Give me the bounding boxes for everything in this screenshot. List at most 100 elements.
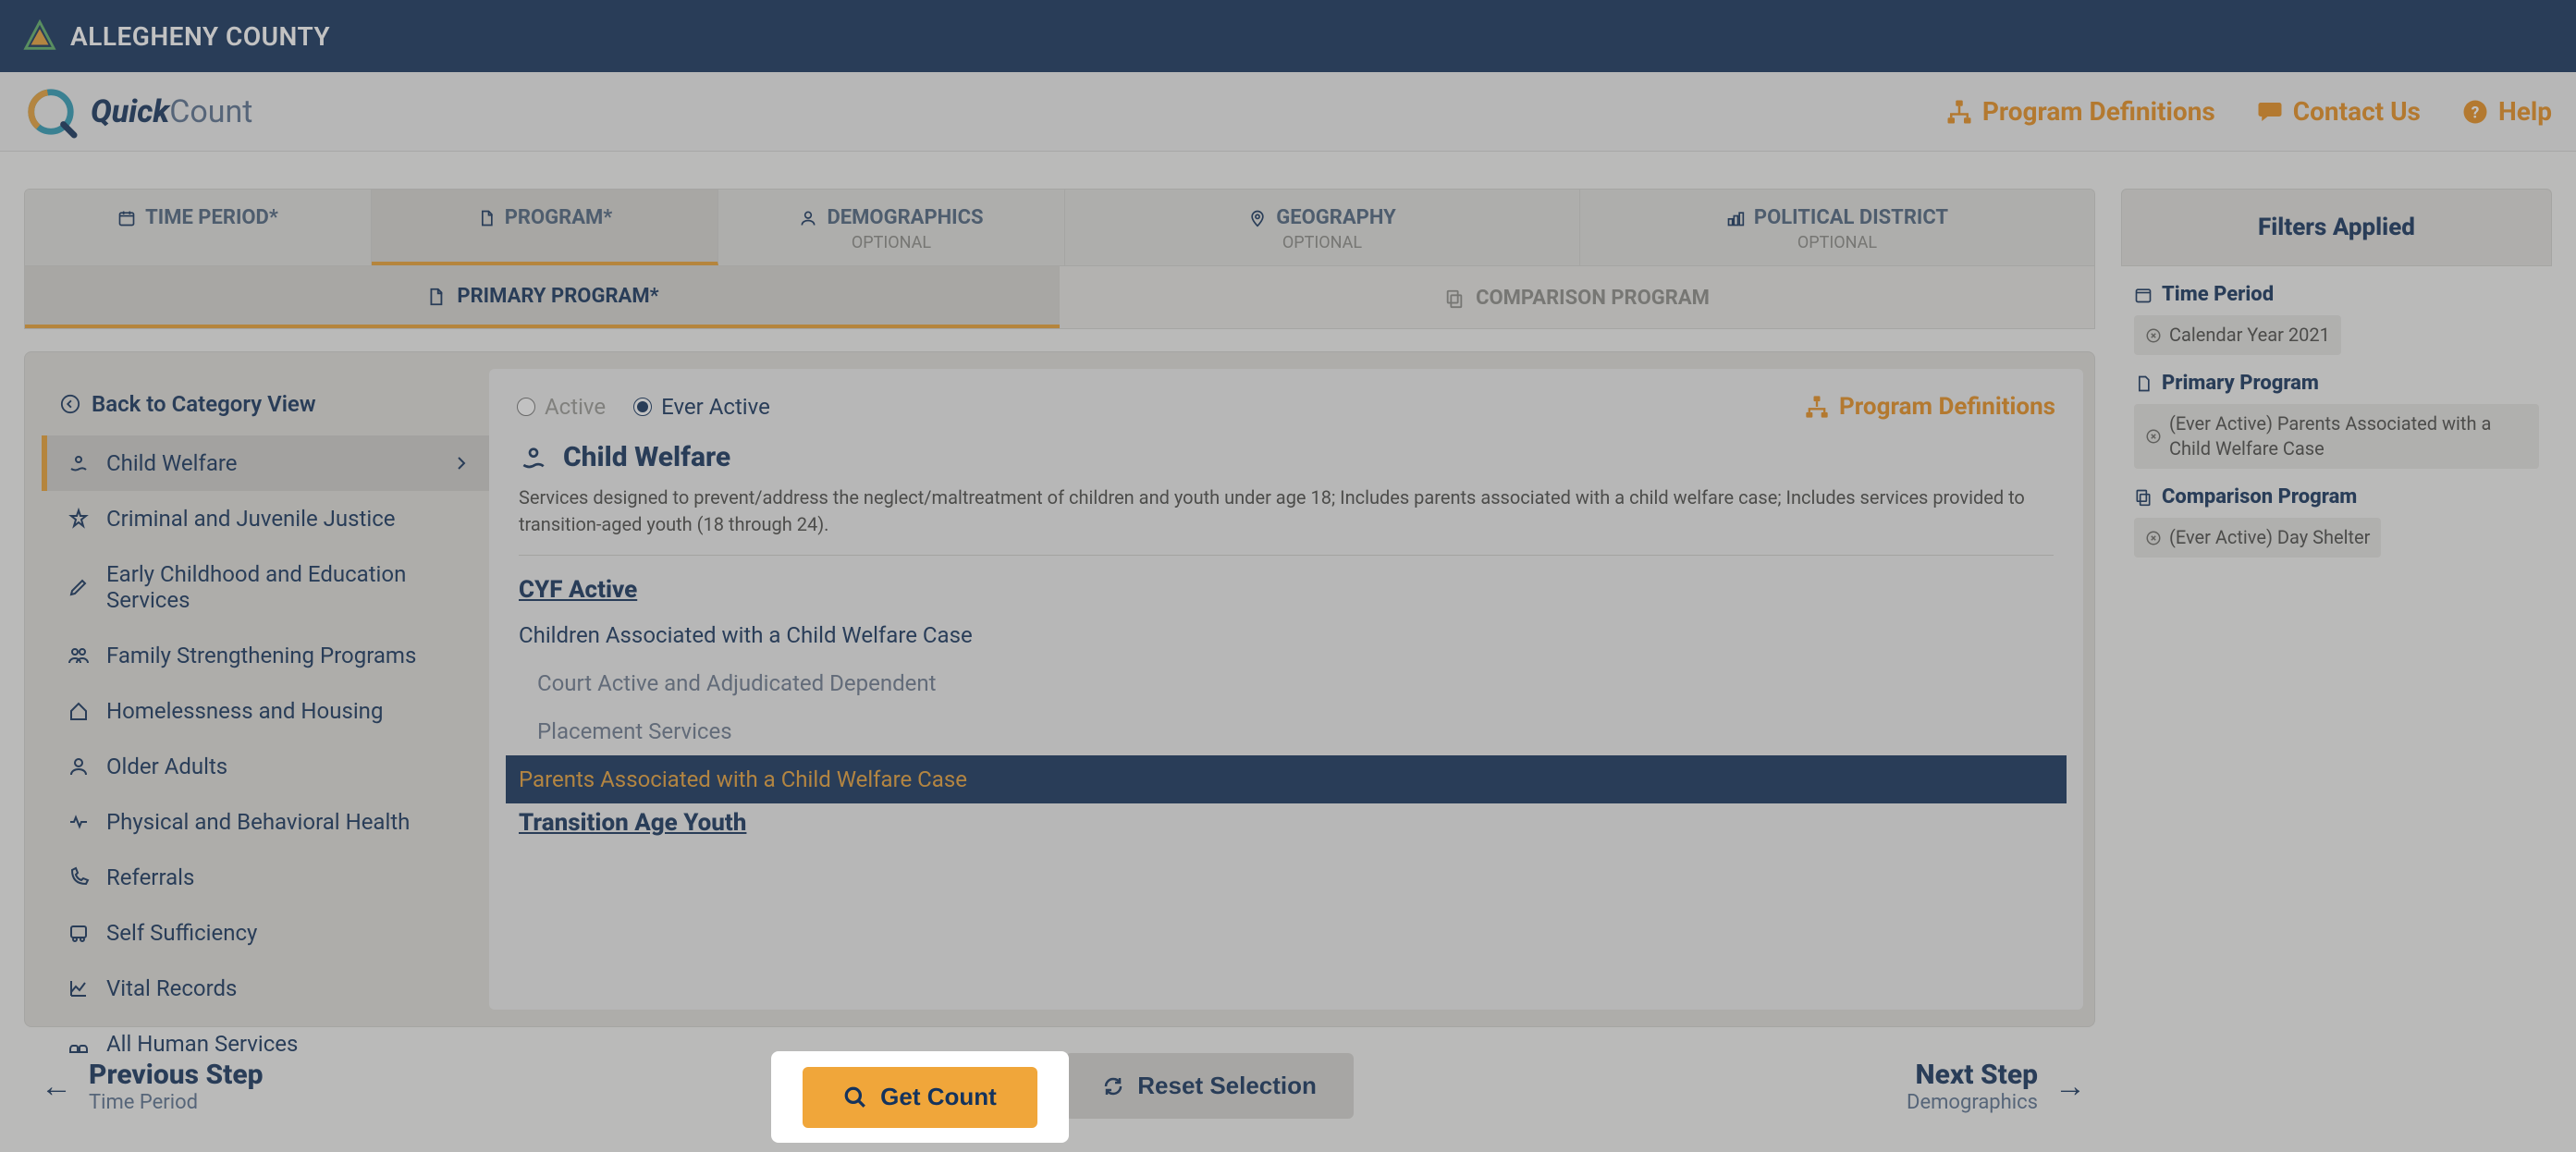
tab-demographics-sub: OPTIONAL — [728, 233, 1055, 252]
category-self-sufficiency[interactable]: Self Sufficiency — [42, 905, 489, 961]
program-definitions-link[interactable]: Program Definitions — [1945, 96, 2215, 127]
calendar-icon — [2134, 286, 2153, 304]
program-parents-associated[interactable]: Parents Associated with a Child Welfare … — [506, 755, 2067, 803]
divider — [519, 555, 2054, 556]
category-older-adults[interactable]: Older Adults — [42, 739, 489, 794]
filters-panel: Filters Applied Time Period Calendar Yea… — [2121, 189, 2552, 1128]
program-children-associated[interactable]: Children Associated with a Child Welfare… — [506, 611, 2067, 659]
program-subtabs: PRIMARY PROGRAM* COMPARISON PROGRAM — [24, 266, 2095, 329]
workspace: Back to Category View Child Welfare Crim… — [24, 351, 2095, 1027]
category-referrals[interactable]: Referrals — [42, 850, 489, 905]
brand: QuickCount — [24, 85, 252, 139]
hand-child-icon — [519, 443, 548, 472]
tab-geography[interactable]: GEOGRAPHY OPTIONAL — [1065, 190, 1580, 265]
tab-geography-label: GEOGRAPHY — [1276, 206, 1395, 229]
tab-geography-sub: OPTIONAL — [1074, 233, 1570, 252]
category-label: Early Childhood and Education Services — [106, 561, 471, 613]
back-label: Back to Category View — [92, 391, 316, 417]
left-column: TIME PERIOD* PROGRAM* DEMOGRAPHICS OPTIO… — [24, 189, 2095, 1128]
filter-chip-comparison-program[interactable]: (Ever Active) Day Shelter — [2134, 518, 2381, 558]
detail-title: Child Welfare — [563, 441, 730, 473]
quickcount-logo-icon — [24, 85, 78, 139]
copy-icon — [1444, 288, 1465, 309]
previous-step-minor: Time Period — [89, 1091, 264, 1114]
category-label: Older Adults — [106, 754, 227, 779]
brand-light: Count — [169, 93, 252, 130]
detail-description: Services designed to prevent/address the… — [506, 481, 2067, 555]
category-vital-records[interactable]: Vital Records — [42, 961, 489, 1016]
sitemap-icon — [1804, 394, 1830, 420]
detail-top-row: Active Ever Active Program Definitions — [489, 369, 2083, 434]
reset-selection-button[interactable]: Reset Selection — [1065, 1053, 1354, 1119]
filter-chip-primary-program[interactable]: (Ever Active) Parents Associated with a … — [2134, 404, 2539, 469]
search-icon — [843, 1085, 867, 1109]
copy-icon — [2134, 488, 2153, 507]
pin-icon — [67, 508, 90, 530]
radio-ever-active-input[interactable] — [633, 398, 652, 416]
program-definitions-inline-link[interactable]: Program Definitions — [1804, 393, 2055, 421]
filter-chip-time-period[interactable]: Calendar Year 2021 — [2134, 315, 2341, 355]
help-label: Help — [2498, 96, 2552, 127]
help-link[interactable]: ? Help — [2461, 96, 2552, 127]
radio-active-input[interactable] — [517, 398, 535, 416]
brand-bold: Quick — [91, 93, 169, 130]
main-area: TIME PERIOD* PROGRAM* DEMOGRAPHICS OPTIO… — [0, 152, 2576, 1152]
contact-us-label: Contact Us — [2293, 96, 2421, 127]
radio-active-label: Active — [545, 394, 606, 420]
radio-ever-active-label: Ever Active — [661, 394, 770, 420]
header-links: Program Definitions Contact Us ? Help — [1945, 96, 2552, 127]
contact-us-link[interactable]: Contact Us — [2256, 96, 2421, 127]
refresh-icon — [1102, 1075, 1124, 1097]
category-label: Referrals — [106, 864, 194, 890]
calendar-icon — [117, 209, 136, 227]
category-sidebar: Back to Category View Child Welfare Crim… — [25, 369, 489, 1010]
get-count-button-highlighted[interactable]: Get Count — [803, 1067, 1037, 1128]
document-icon — [2134, 374, 2153, 393]
tab-political-district[interactable]: POLITICAL DISTRICT OPTIONAL — [1580, 190, 2094, 265]
app-header: QuickCount Program Definitions Contact U… — [0, 72, 2576, 152]
person-icon — [799, 209, 817, 227]
sitemap-icon — [1945, 98, 1973, 126]
chip-label: (Ever Active) Day Shelter — [2169, 525, 2370, 550]
document-icon — [477, 209, 496, 227]
category-family-strengthening[interactable]: Family Strengthening Programs — [42, 628, 489, 683]
close-circle-icon — [2145, 428, 2162, 445]
filters-panel-body: Time Period Calendar Year 2021 Primary P… — [2121, 266, 2552, 591]
step-tabs: TIME PERIOD* PROGRAM* DEMOGRAPHICS OPTIO… — [24, 189, 2095, 266]
arrow-left-circle-icon — [60, 394, 80, 414]
program-placement-services[interactable]: Placement Services — [506, 707, 2067, 755]
category-physical-behavioral-health[interactable]: Physical and Behavioral Health — [42, 794, 489, 850]
back-to-category-view[interactable]: Back to Category View — [42, 376, 489, 432]
tab-program[interactable]: PROGRAM* — [372, 190, 718, 265]
group-transition-age-youth[interactable]: Transition Age Youth — [506, 803, 2067, 844]
county-name: ALLEGHENY COUNTY — [70, 21, 330, 52]
filter-group-title: Comparison Program — [2162, 485, 2357, 509]
group-cyf-active[interactable]: CYF Active — [506, 570, 2067, 611]
category-criminal-juvenile-justice[interactable]: Criminal and Juvenile Justice — [42, 491, 489, 546]
category-homelessness-housing[interactable]: Homelessness and Housing — [42, 683, 489, 739]
next-step-button[interactable]: Next Step Demographics → — [1907, 1059, 2086, 1114]
chevron-right-icon — [450, 452, 472, 474]
previous-step-major: Previous Step — [89, 1059, 264, 1091]
tab-demographics[interactable]: DEMOGRAPHICS OPTIONAL — [718, 190, 1065, 265]
detail-body: Child Welfare Services designed to preve… — [489, 434, 2083, 844]
next-step-minor: Demographics — [1907, 1091, 2038, 1114]
tab-time-period[interactable]: TIME PERIOD* — [25, 190, 372, 265]
filter-group-title: Time Period — [2162, 283, 2274, 306]
subtab-primary-program[interactable]: PRIMARY PROGRAM* — [25, 266, 1060, 328]
tab-demographics-label: DEMOGRAPHICS — [827, 206, 983, 229]
category-label: Self Sufficiency — [106, 920, 257, 946]
category-child-welfare[interactable]: Child Welfare — [42, 435, 489, 491]
radio-active[interactable]: Active — [517, 394, 606, 420]
tab-political-sub: OPTIONAL — [1589, 233, 2085, 252]
arrow-right-icon: → — [2055, 1068, 2086, 1105]
previous-step-button[interactable]: ← Previous Step Time Period — [41, 1059, 264, 1114]
category-early-childhood-education[interactable]: Early Childhood and Education Services — [42, 546, 489, 628]
next-step-major: Next Step — [1907, 1059, 2038, 1091]
program-detail: Active Ever Active Program Definitions — [489, 369, 2083, 1010]
program-court-active[interactable]: Court Active and Adjudicated Dependent — [506, 659, 2067, 707]
user-icon — [67, 755, 90, 778]
radio-ever-active[interactable]: Ever Active — [633, 394, 770, 420]
subtab-comparison-program[interactable]: COMPARISON PROGRAM — [1060, 266, 2094, 328]
program-list: CYF Active Children Associated with a Ch… — [506, 570, 2067, 844]
